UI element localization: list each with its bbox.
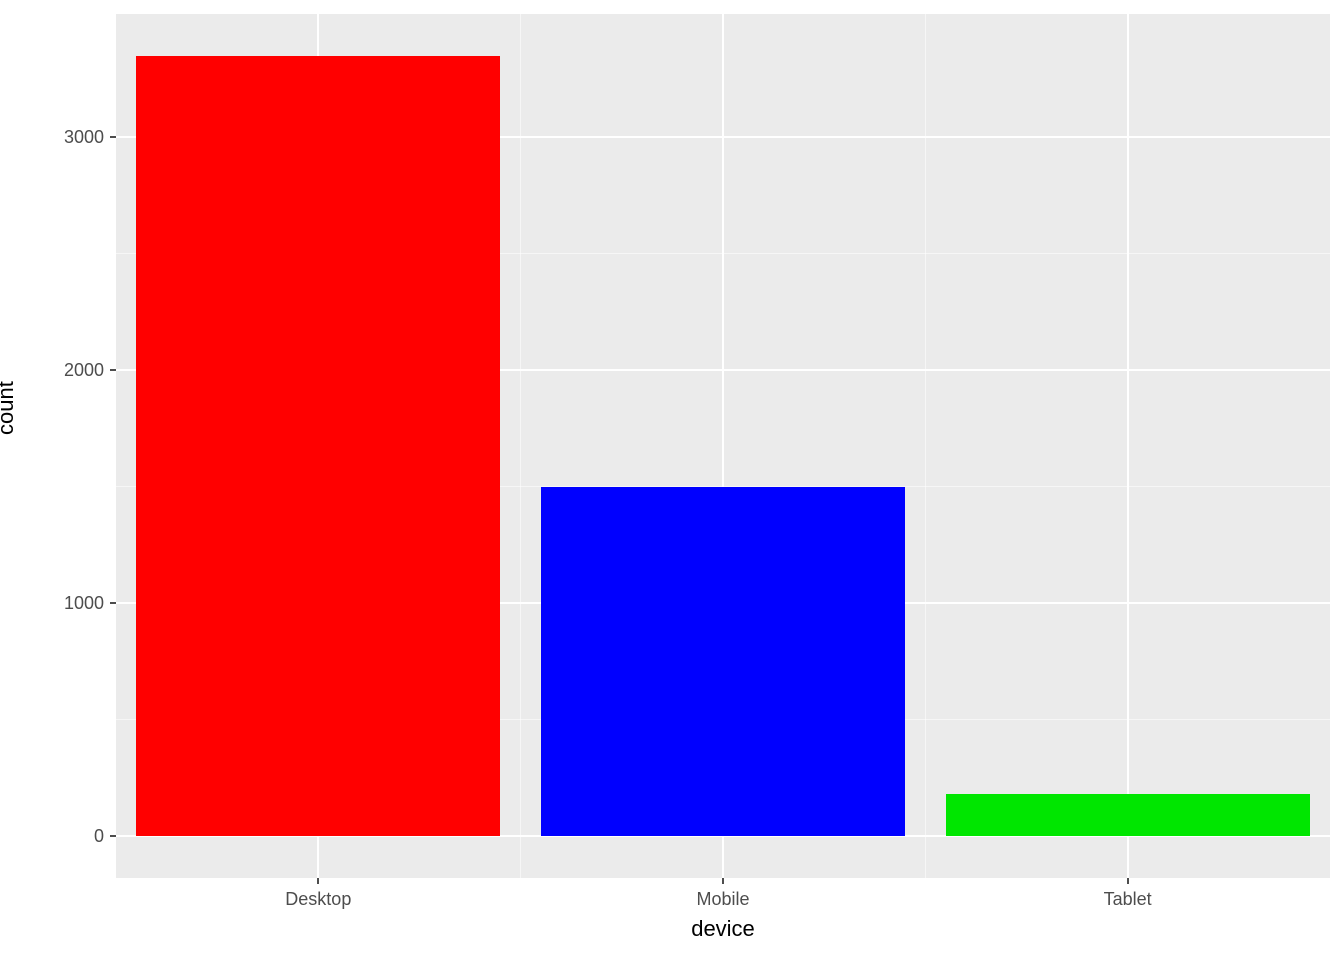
x-axis-tick-label: Desktop [218,890,418,908]
y-axis-title: count [0,381,17,435]
bar-mobile [541,487,905,836]
y-axis-tick-label: 3000 [64,128,104,146]
bar-tablet [946,794,1310,836]
bar-desktop [136,56,500,836]
x-axis-tick-label: Tablet [1028,890,1228,908]
grid-minor [925,14,926,878]
x-axis-title: device [116,918,1330,940]
grid-major [1127,14,1129,878]
y-axis-tick [110,602,116,604]
y-axis-tick [110,136,116,138]
y-axis-tick-label: 2000 [64,361,104,379]
y-axis-tick [110,369,116,371]
y-axis-tick-label: 1000 [64,594,104,612]
x-axis-tick [1127,878,1129,884]
x-axis-tick [317,878,319,884]
chart-container: count device 0 1000 2000 3000 Desktop Mobile T… [0,0,1344,960]
y-axis-tick-label: 0 [94,827,104,845]
grid-minor [520,14,521,878]
y-axis-tick [110,835,116,837]
x-axis-tick [722,878,724,884]
x-axis-tick-label: Mobile [623,890,823,908]
